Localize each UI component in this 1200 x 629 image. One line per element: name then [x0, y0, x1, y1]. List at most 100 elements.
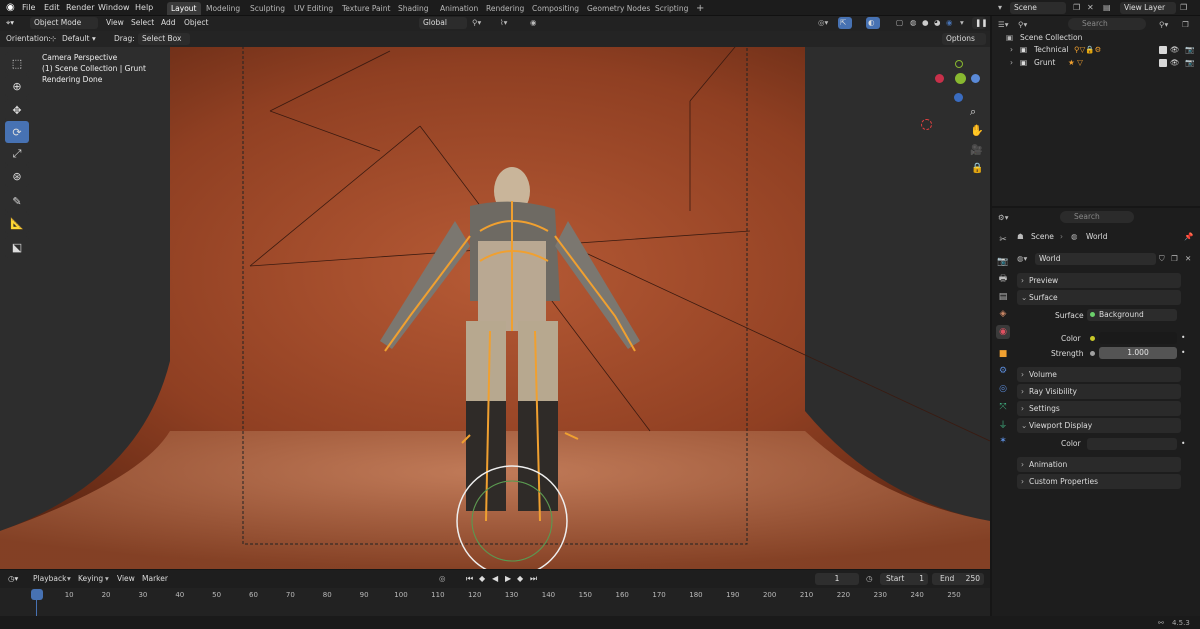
scene-icon[interactable]: ▾: [998, 0, 1002, 16]
chevron-right-icon[interactable]: ›: [1010, 57, 1013, 69]
proportional-edit-icon[interactable]: ◉: [530, 17, 537, 29]
jump-end-icon[interactable]: ⏭: [530, 573, 537, 585]
axis-z-neg-icon[interactable]: [954, 93, 963, 102]
decorator-icon[interactable]: •: [1181, 438, 1185, 450]
menu-view[interactable]: View: [117, 573, 135, 585]
menu-select[interactable]: Select: [131, 17, 154, 29]
panel-surface[interactable]: ⌄ Surface: [1017, 290, 1181, 305]
menu-object[interactable]: Object: [184, 17, 208, 29]
duplicate-icon[interactable]: ❐: [1171, 253, 1178, 265]
panel-viewport-display[interactable]: ⌄ Viewport Display: [1017, 418, 1181, 433]
eye-icon[interactable]: 👁: [1170, 44, 1180, 56]
fake-user-icon[interactable]: ⛉: [1159, 253, 1165, 265]
eye-icon[interactable]: 👁: [1170, 57, 1180, 69]
pause-render-icon[interactable]: ❚❚: [972, 17, 988, 29]
world-tab-icon[interactable]: ◉: [996, 325, 1010, 339]
outliner-editor-icon[interactable]: ☰▾: [998, 19, 1009, 31]
zoom-icon[interactable]: ⌕: [970, 106, 976, 118]
next-key-icon[interactable]: ◆: [517, 573, 523, 585]
lock-camera-icon[interactable]: 🔒: [971, 163, 983, 175]
delete-scene-icon[interactable]: ✕: [1087, 0, 1094, 16]
filter-icon[interactable]: ⚲▾: [1159, 19, 1168, 31]
chevron-right-icon[interactable]: ›: [1010, 44, 1013, 56]
scene-selector[interactable]: Scene: [1010, 2, 1066, 14]
camera-view-icon[interactable]: 🎥: [970, 145, 982, 157]
tab-shading[interactable]: Shading: [394, 2, 432, 15]
tab-texture-paint[interactable]: Texture Paint: [338, 2, 394, 15]
axis-y-neg-icon[interactable]: [955, 60, 963, 68]
shading-solid-icon[interactable]: ●: [922, 17, 929, 29]
camera-icon[interactable]: 📷: [1185, 44, 1194, 56]
tab-uv-editing[interactable]: UV Editing: [290, 2, 337, 15]
panel-volume[interactable]: › Volume: [1017, 367, 1181, 382]
overlay-toggle-icon[interactable]: ◐: [866, 17, 880, 29]
rotate-tool-icon[interactable]: ⟳: [5, 121, 29, 143]
snap-icon[interactable]: ⌇▾: [500, 17, 507, 29]
outliner-root[interactable]: Scene Collection: [1020, 32, 1082, 44]
measure-tool-icon[interactable]: 📐: [5, 212, 29, 234]
decorator-icon[interactable]: •: [1181, 347, 1185, 359]
data-tab-icon[interactable]: ✶: [996, 434, 1010, 448]
tab-animation[interactable]: Animation: [436, 2, 482, 15]
render-tab-icon[interactable]: 📷: [996, 255, 1010, 269]
display-mode-icon[interactable]: ⚲▾: [1018, 19, 1027, 31]
constraints-tab-icon[interactable]: ⏚: [996, 417, 1010, 431]
world-name-field[interactable]: World: [1035, 253, 1156, 265]
shading-rendered-icon[interactable]: ◉: [946, 17, 953, 29]
new-collection-icon[interactable]: ❐: [1182, 19, 1189, 31]
tab-layout[interactable]: Layout: [167, 2, 201, 15]
pin-icon[interactable]: 📌: [1184, 231, 1193, 243]
view-layer-icon[interactable]: ▤: [1103, 0, 1111, 16]
view-layer-tab-icon[interactable]: ▤: [996, 290, 1010, 304]
shading-options-icon[interactable]: ▾: [960, 17, 964, 29]
mode-selector[interactable]: Object Mode: [30, 17, 98, 29]
new-view-layer-icon[interactable]: ❐: [1180, 0, 1187, 16]
strength-field[interactable]: 1.000: [1099, 347, 1177, 359]
menu-marker[interactable]: Marker: [142, 573, 168, 585]
menu-edit[interactable]: Edit: [44, 0, 60, 16]
blender-logo-icon[interactable]: ◉: [6, 0, 15, 16]
scale-tool-icon[interactable]: ⤢: [5, 143, 29, 165]
tab-modeling[interactable]: Modeling: [202, 2, 244, 15]
menu-window[interactable]: Window: [98, 0, 130, 16]
3d-viewport[interactable]: [0, 31, 990, 569]
transform-tool-icon[interactable]: ⊛: [5, 165, 29, 187]
clock-icon[interactable]: ◷: [866, 573, 873, 585]
editor-type-icon[interactable]: ⌖▾: [6, 17, 14, 29]
panel-custom-properties[interactable]: › Custom Properties: [1017, 474, 1181, 489]
panel-animation[interactable]: › Animation: [1017, 457, 1181, 472]
view-layer-selector[interactable]: View Layer: [1120, 2, 1176, 14]
outliner-search-input[interactable]: Search: [1068, 18, 1146, 30]
timeline-editor-icon[interactable]: ◷▾: [8, 573, 18, 585]
tab-geometry-nodes[interactable]: Geometry Nodes: [583, 2, 654, 15]
pivot-icon[interactable]: ⚲▾: [472, 17, 481, 29]
axis-z-icon[interactable]: [971, 74, 980, 83]
vd-color-swatch[interactable]: [1087, 438, 1177, 450]
menu-keying[interactable]: Keying: [78, 573, 103, 585]
play-icon[interactable]: ▶: [505, 573, 511, 585]
prev-key-icon[interactable]: ◆: [479, 573, 485, 585]
cursor-tool-icon[interactable]: ⊕: [5, 75, 29, 97]
shading-material-icon[interactable]: ◕: [934, 17, 941, 29]
outliner-row[interactable]: › ▣ Grunt ★ ▽ 👁 📷: [992, 57, 1200, 69]
orientation-dropdown[interactable]: Default: [62, 33, 89, 45]
panel-settings[interactable]: › Settings: [1017, 401, 1181, 416]
menu-render[interactable]: Render: [66, 0, 94, 16]
panel-ray-visibility[interactable]: › Ray Visibility: [1017, 384, 1181, 399]
pan-hand-icon[interactable]: ✋: [970, 125, 984, 137]
surface-shader-selector[interactable]: Background: [1087, 309, 1177, 321]
exclude-checkbox[interactable]: [1159, 46, 1167, 54]
properties-editor-icon[interactable]: ⚙▾: [998, 212, 1009, 224]
unlink-icon[interactable]: ✕: [1185, 253, 1191, 265]
start-frame-field[interactable]: Start 1: [880, 573, 928, 585]
shading-wireframe-icon[interactable]: ◍: [910, 17, 917, 29]
value-socket-icon[interactable]: [1090, 351, 1095, 356]
play-reverse-icon[interactable]: ◀: [492, 573, 498, 585]
axis-y-icon[interactable]: [955, 73, 966, 84]
menu-playback[interactable]: Playback: [33, 573, 66, 585]
color-swatch[interactable]: [1099, 332, 1177, 344]
exclude-checkbox[interactable]: [1159, 59, 1167, 67]
decorator-icon[interactable]: •: [1181, 332, 1185, 344]
playhead[interactable]: [31, 589, 43, 600]
options-dropdown[interactable]: Options: [942, 33, 986, 45]
